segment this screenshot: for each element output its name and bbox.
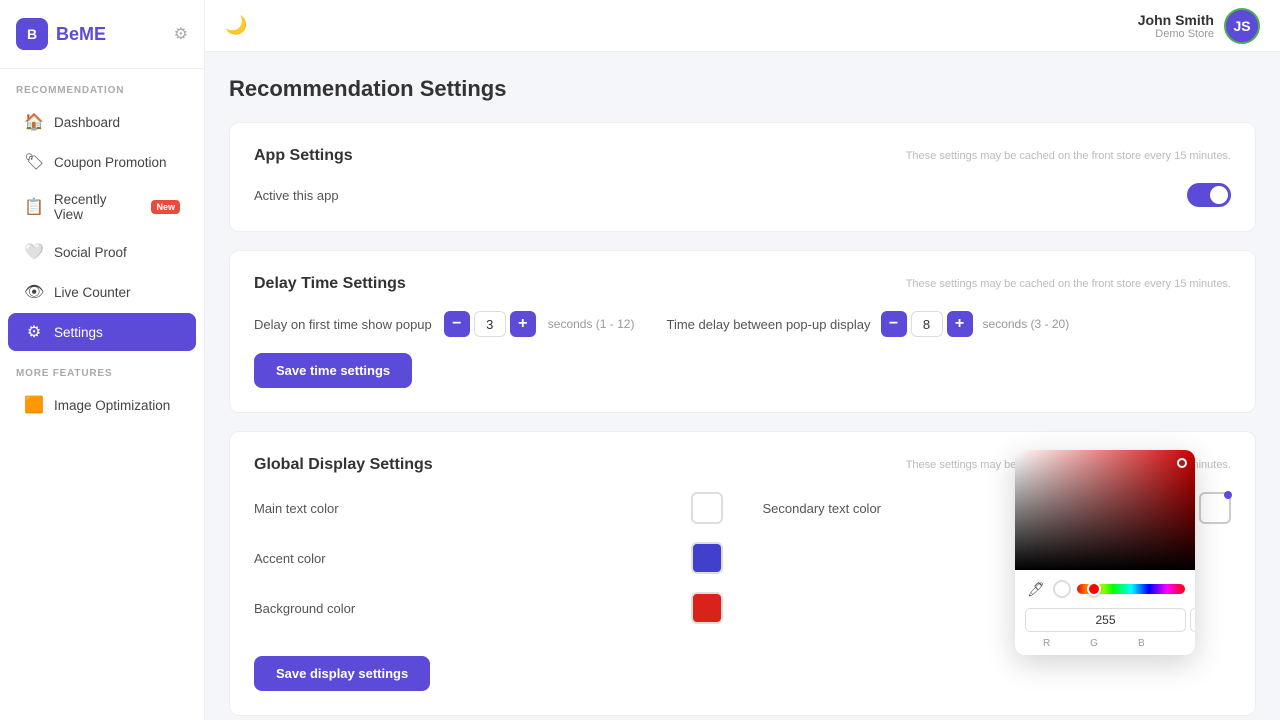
- app-settings-title: App Settings: [254, 147, 353, 165]
- delay-cache-note: These settings may be cached on the fron…: [906, 278, 1231, 290]
- main-text-color-row: Main text color: [254, 492, 723, 524]
- picker-r-label: R: [1025, 638, 1068, 649]
- sidebar-gear-icon[interactable]: ⚙: [174, 24, 188, 44]
- save-display-settings-button[interactable]: Save display settings: [254, 656, 430, 691]
- display-settings-title: Global Display Settings: [254, 456, 433, 474]
- save-time-settings-button[interactable]: Save time settings: [254, 353, 412, 388]
- user-info: John Smith Demo Store: [1138, 12, 1214, 40]
- app-settings-card: App Settings These settings may be cache…: [229, 122, 1256, 232]
- topbar: 🌙 John Smith Demo Store JS: [205, 0, 1280, 52]
- card-header: App Settings These settings may be cache…: [254, 147, 1231, 165]
- background-color-swatch[interactable]: [691, 592, 723, 624]
- between-popup-increment[interactable]: +: [947, 311, 973, 337]
- sidebar-logo: B BeME ⚙: [0, 0, 204, 69]
- sidebar-item-label: Dashboard: [54, 115, 120, 130]
- logo-text: BeME: [56, 24, 106, 45]
- logo-icon: B: [16, 18, 48, 50]
- sidebar-item-label: Recently View: [54, 192, 138, 222]
- secondary-text-color-label: Secondary text color: [763, 501, 882, 516]
- coupon-icon: 🏷: [24, 152, 44, 172]
- picker-controls: 🖊 ⇕ R G B: [1015, 570, 1195, 655]
- sidebar-item-coupon-promotion[interactable]: 🏷 Coupon Promotion: [8, 143, 196, 181]
- between-popup-label: Time delay between pop-up display: [666, 317, 870, 332]
- main-content: 🌙 John Smith Demo Store JS Recommendatio…: [205, 0, 1280, 720]
- sidebar-item-dashboard[interactable]: 🏠 Dashboard: [8, 103, 196, 141]
- delay-settings-card: Delay Time Settings These settings may b…: [229, 250, 1256, 413]
- first-popup-value: 3: [474, 311, 506, 337]
- color-picker-popup: 🖊 ⇕ R G B: [1015, 450, 1195, 655]
- first-popup-stepper: − 3 +: [444, 311, 536, 337]
- first-popup-increment[interactable]: +: [510, 311, 536, 337]
- picker-b-label: B: [1120, 638, 1163, 649]
- delay-row: Delay on first time show popup − 3 + sec…: [254, 311, 1231, 337]
- more-features-label: MORE FEATURES: [0, 352, 204, 385]
- accent-color-swatch[interactable]: [691, 542, 723, 574]
- picker-hue-thumb: [1087, 582, 1101, 596]
- delay-settings-title: Delay Time Settings: [254, 275, 406, 293]
- picker-r-input[interactable]: [1025, 608, 1186, 632]
- background-color-label: Background color: [254, 601, 355, 616]
- sidebar-item-settings[interactable]: ⚙ Settings: [8, 313, 196, 351]
- topbar-right: John Smith Demo Store JS: [1138, 8, 1260, 44]
- accent-color-row: Accent color: [254, 542, 723, 574]
- between-popup-stepper: − 8 +: [881, 311, 973, 337]
- background-color-row2: Background color: [254, 592, 723, 624]
- picker-white-dot: [1053, 580, 1071, 598]
- image-icon: 🟧: [24, 395, 44, 415]
- main-text-color-label: Main text color: [254, 501, 339, 516]
- sidebar: B BeME ⚙ RECOMMENDATION 🏠 Dashboard 🏷 Co…: [0, 0, 205, 720]
- picker-rgb-inputs: ⇕: [1025, 608, 1185, 632]
- picker-hue-bar[interactable]: [1077, 584, 1185, 594]
- active-app-label: Active this app: [254, 188, 339, 203]
- sidebar-item-live-counter[interactable]: 👁 Live Counter: [8, 273, 196, 311]
- page-title: Recommendation Settings: [229, 76, 1256, 102]
- active-app-row: Active this app: [254, 183, 1231, 207]
- page-content: Recommendation Settings App Settings The…: [205, 52, 1280, 720]
- first-popup-range: seconds (1 - 12): [548, 317, 635, 331]
- app-cache-note: These settings may be cached on the fron…: [906, 150, 1231, 162]
- sidebar-item-label: Live Counter: [54, 285, 131, 300]
- display-settings-card: Global Display Settings These settings m…: [229, 431, 1256, 716]
- sidebar-item-label: Social Proof: [54, 245, 127, 260]
- accent-color-label: Accent color: [254, 551, 326, 566]
- secondary-text-color-swatch[interactable]: [1199, 492, 1231, 524]
- between-popup-group: Time delay between pop-up display − 8 + …: [666, 311, 1069, 337]
- between-popup-range: seconds (3 - 20): [983, 317, 1070, 331]
- dark-mode-icon[interactable]: 🌙: [225, 15, 247, 36]
- picker-g-input[interactable]: [1190, 608, 1195, 632]
- sidebar-item-social-proof[interactable]: 🤍 Social Proof: [8, 233, 196, 271]
- between-popup-decrement[interactable]: −: [881, 311, 907, 337]
- first-popup-decrement[interactable]: −: [444, 311, 470, 337]
- picker-gradient[interactable]: [1015, 450, 1195, 570]
- main-text-color-swatch[interactable]: [691, 492, 723, 524]
- sidebar-item-image-optimization[interactable]: 🟧 Image Optimization: [8, 386, 196, 424]
- card-header: Delay Time Settings These settings may b…: [254, 275, 1231, 293]
- new-badge: New: [151, 200, 180, 214]
- picker-rgb-labels: R G B: [1025, 638, 1185, 649]
- active-app-toggle[interactable]: [1187, 183, 1231, 207]
- eyedropper-icon[interactable]: 🖊: [1025, 578, 1047, 600]
- sidebar-item-label: Settings: [54, 325, 103, 340]
- sidebar-item-label: Image Optimization: [54, 398, 170, 413]
- user-store: Demo Store: [1138, 28, 1214, 40]
- heart-icon: 🤍: [24, 242, 44, 262]
- list-icon: 📋: [24, 197, 44, 217]
- home-icon: 🏠: [24, 112, 44, 132]
- user-name: John Smith: [1138, 12, 1214, 28]
- sidebar-item-label: Coupon Promotion: [54, 155, 167, 170]
- picker-cursor: [1177, 458, 1187, 468]
- first-popup-label: Delay on first time show popup: [254, 317, 432, 332]
- between-popup-value: 8: [911, 311, 943, 337]
- picker-row1: 🖊: [1025, 578, 1185, 600]
- picker-g-label: G: [1072, 638, 1115, 649]
- recommendation-label: RECOMMENDATION: [0, 69, 204, 102]
- eye-icon: 👁: [24, 282, 44, 302]
- avatar[interactable]: JS: [1224, 8, 1260, 44]
- sidebar-item-recently-view[interactable]: 📋 Recently View New: [8, 183, 196, 231]
- gear-icon: ⚙: [24, 322, 44, 342]
